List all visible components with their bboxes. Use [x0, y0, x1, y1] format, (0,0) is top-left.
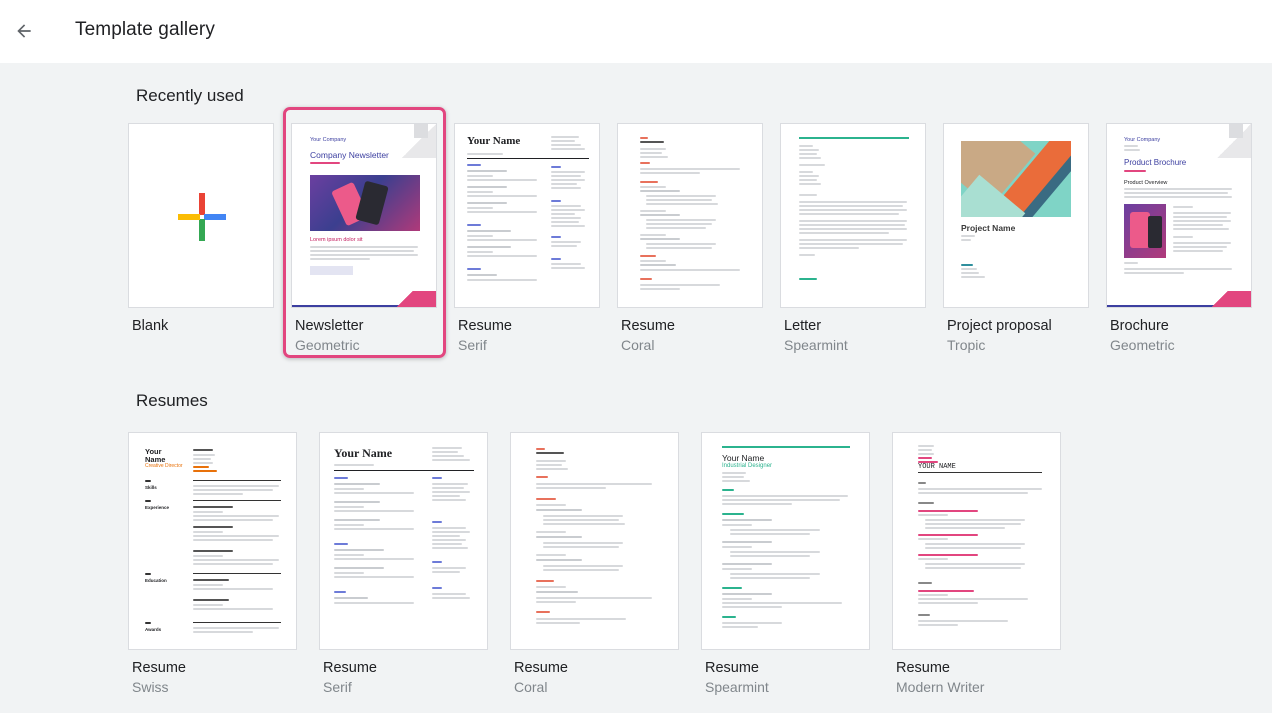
template-thumbnail: Project Name	[943, 123, 1089, 308]
template-name: Resume	[896, 660, 950, 676]
template-name: Resume	[132, 660, 186, 676]
template-thumbnail: Your Name Industrial Designer	[701, 432, 870, 650]
template-thumbnail: Your Name Creative Director Skills Exper…	[128, 432, 297, 650]
template-name: Resume	[323, 660, 377, 676]
template-name: Letter	[784, 318, 822, 334]
plus-icon	[178, 193, 226, 241]
template-thumbnail: Your Company Product Brochure Product Ov…	[1106, 123, 1252, 308]
template-thumbnail	[617, 123, 763, 308]
arrow-back-icon	[17, 24, 31, 38]
template-name: Brochure	[1110, 318, 1169, 334]
template-thumbnail	[510, 432, 679, 650]
top-bar: Template gallery	[0, 0, 1272, 63]
template-style: Modern Writer	[896, 679, 985, 695]
template-style: Geometric	[1110, 337, 1175, 353]
template-style: Coral	[621, 337, 655, 353]
template-name: Project proposal	[947, 318, 1052, 334]
template-card-resume-serif[interactable]: Your Name Resume Serif	[454, 123, 600, 353]
template-card-resume-coral[interactable]: Resume Coral	[617, 123, 763, 353]
template-card-project-proposal-tropic[interactable]: Project Name Project proposal Tropic	[943, 123, 1089, 353]
template-thumbnail: Your Company Company Newsletter Lorem ip…	[291, 123, 437, 308]
template-card-resume-serif-2[interactable]: Your Name Resume Serif	[319, 432, 488, 702]
template-style: Geometric	[295, 337, 360, 353]
page-title: Template gallery	[75, 19, 215, 40]
template-thumbnail: YOUR NAME	[892, 432, 1061, 650]
template-name: Resume	[514, 660, 568, 676]
template-card-blank[interactable]: Blank	[128, 123, 274, 353]
template-thumbnail: Your Name	[319, 432, 488, 650]
template-style: Spearmint	[784, 337, 848, 353]
template-name: Resume	[621, 318, 675, 334]
template-style: Swiss	[132, 679, 169, 695]
template-thumbnail	[780, 123, 926, 308]
section-title-resumes: Resumes	[136, 391, 208, 410]
template-card-resume-spearmint[interactable]: Your Name Industrial Designer Resume Spe…	[701, 432, 870, 702]
section-title-recently-used: Recently used	[136, 86, 244, 105]
template-style: Serif	[458, 337, 487, 353]
template-card-newsletter-geometric[interactable]: Your Company Company Newsletter Lorem ip…	[291, 123, 437, 353]
template-style: Tropic	[947, 337, 986, 353]
template-card-resume-swiss[interactable]: Your Name Creative Director Skills Exper…	[128, 432, 297, 702]
template-name: Blank	[132, 318, 169, 334]
template-thumbnail	[128, 123, 274, 308]
template-style: Coral	[514, 679, 548, 695]
template-style: Spearmint	[705, 679, 769, 695]
template-card-letter-spearmint[interactable]: Letter Spearmint	[780, 123, 926, 353]
template-name: Resume	[458, 318, 512, 334]
template-card-resume-modern-writer[interactable]: YOUR NAME Resume Modern Writer	[892, 432, 1061, 702]
template-card-resume-coral-2[interactable]: Resume Coral	[510, 432, 679, 702]
template-style: Serif	[323, 679, 352, 695]
template-name: Newsletter	[295, 318, 364, 334]
back-button[interactable]	[8, 14, 40, 48]
template-thumbnail: Your Name	[454, 123, 600, 308]
template-name: Resume	[705, 660, 759, 676]
template-card-brochure-geometric[interactable]: Your Company Product Brochure Product Ov…	[1106, 123, 1252, 353]
